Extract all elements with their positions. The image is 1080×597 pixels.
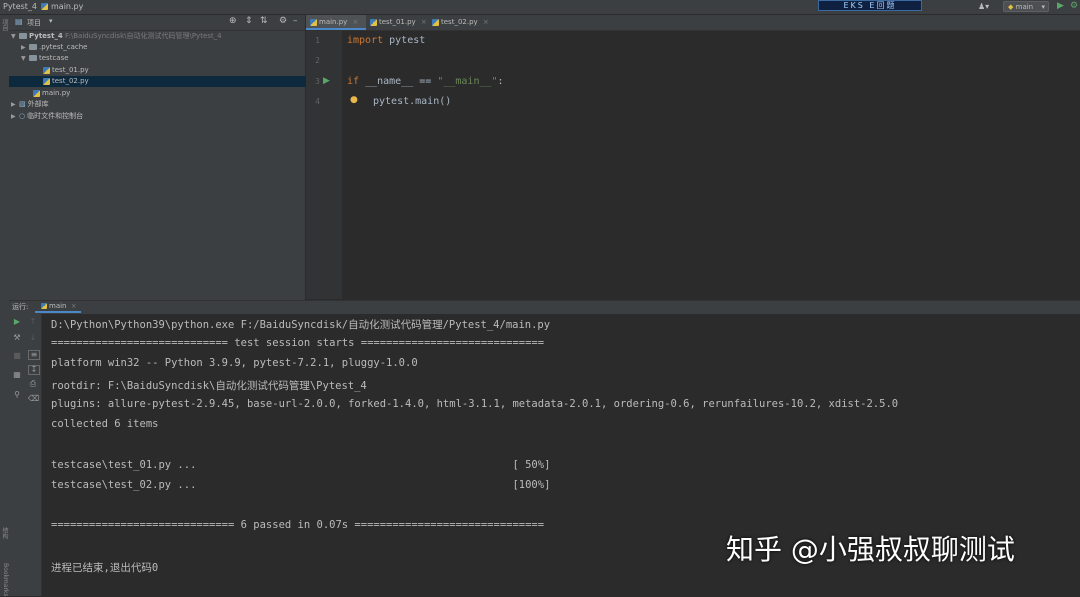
library-icon: ▧ (19, 100, 26, 108)
python-file-icon (41, 303, 47, 309)
folder-icon (19, 33, 27, 39)
wrench-icon[interactable]: ⚒ (12, 334, 22, 342)
print-icon[interactable]: ⎙ (28, 380, 38, 388)
console-line: rootdir: F:\BaiduSyncdisk\自动化测试代码管理\Pyte… (51, 380, 367, 392)
collapse-all-icon[interactable]: ⇅ (260, 16, 268, 26)
breadcrumb-project[interactable]: Pytest_4 (3, 2, 37, 11)
tab-test-02[interactable]: test_02.py × (428, 15, 490, 30)
expand-all-icon[interactable]: ⇕ (245, 16, 253, 26)
arrow-down-icon[interactable]: ↓ (28, 334, 38, 342)
line-number: 4 (315, 97, 320, 106)
line-number: 1 (315, 36, 320, 45)
close-icon[interactable]: × (353, 18, 359, 26)
close-icon[interactable]: × (421, 18, 427, 26)
console-line: ============================= 6 passed i… (51, 519, 545, 531)
tab-run-main[interactable]: main × (35, 302, 81, 313)
console-line: D:\Python\Python39\python.exe F:/BaiduSy… (51, 319, 551, 331)
lightbulb-icon[interactable]: ● (350, 95, 358, 105)
tree-item-test-02[interactable]: test_02.py (9, 76, 339, 87)
console-line: collected 6 items (51, 418, 159, 430)
run-toolbar: ▶ ↑ ⚒ ↓ ■ ≡ ▦ ↧ ⎙ ⚲ ⌫ (9, 314, 42, 596)
python-config-icon: ◆ (1008, 3, 1014, 11)
run-gutter-icon[interactable]: ▶ (323, 76, 330, 86)
tree-item-testcase[interactable]: ▼ testcase (9, 53, 317, 64)
chevron-down-icon: ▼ (11, 33, 16, 40)
console-line: testcase\test_01.py ... [ 50%] (51, 459, 551, 471)
close-icon[interactable]: × (483, 18, 489, 26)
tab-main-py[interactable]: main.py × (306, 15, 366, 30)
chevron-down-icon[interactable]: ▾ (49, 17, 53, 25)
scratch-icon: ○ (19, 112, 26, 120)
run-panel-label: 运行: (12, 303, 29, 311)
code-line-3: if __name__ == "__main__": (347, 76, 504, 87)
code-editor[interactable]: import pytest if __name__ == "__main__":… (342, 31, 1080, 299)
console-line: plugins: allure-pytest-2.9.45, base-url-… (51, 398, 899, 410)
project-panel: ▤ 项目 ▾ ⊕ ⇕ ⇅ ⚙ – ▼ Pytest_4 F:\BaiduSyncd… (9, 15, 339, 300)
line-number: 3 (315, 77, 320, 86)
scroll-to-end-icon[interactable]: ↧ (28, 365, 40, 375)
chevron-right-icon: ▶ (21, 44, 26, 51)
tree-item-project-root[interactable]: ▼ Pytest_4 F:\BaiduSyncdisk\自动化测试代码管理\Pyt… (9, 31, 307, 42)
console-line: platform win32 -- Python 3.9.9, pytest-7… (51, 357, 418, 369)
python-file-icon (33, 89, 40, 97)
code-line-1: import pytest (347, 35, 426, 46)
tree-item-pytest-cache[interactable]: ▶ .pytest_cache (9, 42, 317, 53)
editor-gutter: 1 2 3 ▶ 4 (306, 31, 342, 299)
stop-icon[interactable]: ■ (12, 352, 22, 360)
structure-tool-tab[interactable]: 结构 (0, 527, 9, 539)
python-file-icon (370, 18, 377, 26)
tree-item-external-libraries[interactable]: ▶ ▧ 外部库 (9, 99, 307, 110)
line-number: 2 (315, 56, 320, 65)
close-icon[interactable]: × (71, 302, 77, 310)
tab-test-01[interactable]: test_01.py × (366, 15, 428, 30)
debug-icon[interactable]: ⚙ (1070, 1, 1078, 11)
chevron-right-icon: ▶ (11, 113, 16, 120)
chevron-right-icon: ▶ (11, 101, 16, 108)
gear-icon[interactable]: ⚙ (279, 16, 287, 26)
python-file-icon (43, 66, 50, 74)
folder-icon (29, 44, 37, 50)
code-line-4: pytest.main() (373, 96, 452, 107)
project-view-icon: ▤ (15, 17, 23, 26)
chevron-down-icon: ▼ (21, 55, 26, 62)
logo-image: EKS E回题 (818, 0, 922, 11)
breadcrumb-file[interactable]: main.py (51, 2, 83, 11)
folder-icon (29, 55, 37, 61)
chevron-down-icon: ▾ (1041, 3, 1045, 11)
python-file-icon (432, 18, 439, 26)
user-icon[interactable]: ♟▾ (978, 2, 989, 11)
trash-icon[interactable]: ⌫ (28, 395, 39, 403)
project-view-select[interactable]: 项目 (27, 18, 41, 28)
arrow-up-icon[interactable]: ↑ (28, 318, 38, 326)
pin-icon[interactable]: ⚲ (12, 391, 22, 399)
run-panel-header: 运行: main × (9, 300, 1080, 315)
run-icon[interactable]: ▶ (1057, 1, 1064, 11)
locate-icon[interactable]: ⊕ (229, 16, 237, 26)
python-file-icon (310, 18, 317, 26)
watermark: 知乎 @小强叔叔聊测试 (726, 533, 1015, 566)
project-tool-tab[interactable]: 项目 (0, 19, 9, 31)
run-configuration-select[interactable]: ◆ main ▾ (1003, 1, 1049, 12)
layout-icon[interactable]: ▦ (12, 371, 22, 379)
python-file-icon (41, 3, 48, 10)
console-line: testcase\test_02.py ... [100%] (51, 479, 551, 491)
python-file-icon (43, 77, 50, 85)
tree-item-main[interactable]: main.py (9, 88, 329, 99)
editor-scrollbar[interactable] (1068, 31, 1080, 299)
tree-item-test-01[interactable]: test_01.py (9, 65, 339, 76)
console-line: 进程已结束,退出代码0 (51, 562, 159, 574)
bookmarks-tool-tab[interactable]: Bookmarks (0, 563, 9, 597)
rerun-icon[interactable]: ▶ (12, 318, 22, 326)
project-panel-header: ▤ 项目 ▾ ⊕ ⇕ ⇅ ⚙ – (9, 15, 305, 31)
console-line: ============================ test sessio… (51, 337, 545, 349)
editor-tab-bar: main.py × test_01.py × test_02.py × (306, 15, 1080, 31)
soft-wrap-icon[interactable]: ≡ (28, 350, 40, 360)
top-navigation-bar: Pytest_4 main.py EKS E回题 ♟▾ ◆ main ▾ ▶ ⚙ (0, 0, 1080, 15)
tree-item-scratches[interactable]: ▶ ○ 临时文件和控制台 (9, 111, 307, 122)
hide-icon[interactable]: – (293, 16, 298, 26)
